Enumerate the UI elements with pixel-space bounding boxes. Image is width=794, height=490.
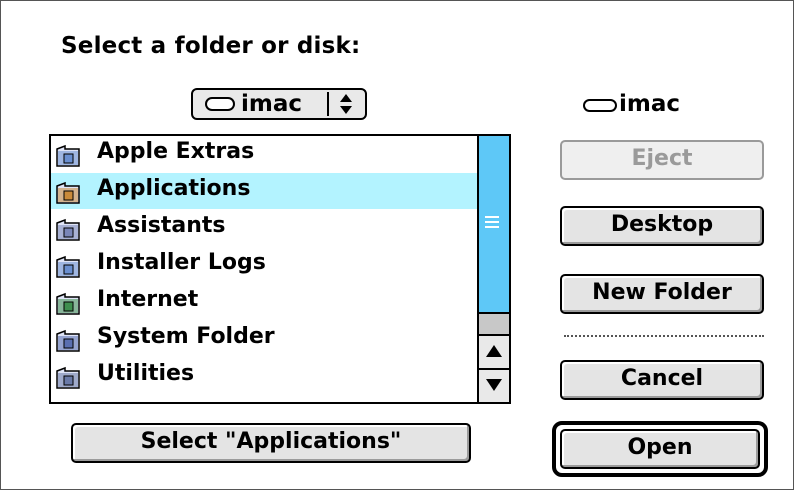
scroll-track[interactable]: [479, 312, 509, 336]
scroll-down-button[interactable]: [479, 368, 509, 402]
open-button[interactable]: Open: [560, 429, 760, 469]
arrow-down-icon: [486, 379, 502, 391]
list-item[interactable]: Applications: [51, 173, 479, 209]
list-item[interactable]: System Folder: [51, 321, 479, 357]
scroll-up-button[interactable]: [479, 334, 509, 368]
scroll-thumb-grip[interactable]: [485, 216, 499, 228]
dialog-prompt: Select a folder or disk:: [61, 33, 361, 59]
hard-disk-icon: [205, 97, 235, 111]
current-disk-name: imac: [619, 91, 681, 117]
internet-folder-icon: [56, 292, 80, 315]
cancel-button[interactable]: Cancel: [560, 360, 764, 400]
folder-icon: [56, 144, 80, 167]
hard-disk-icon: [583, 99, 617, 112]
list-item-name: Utilities: [97, 361, 195, 386]
vertical-scrollbar[interactable]: [477, 136, 509, 402]
list-item[interactable]: Installer Logs: [51, 247, 479, 283]
list-item-name: Applications: [97, 176, 251, 201]
arrow-up-icon: [486, 345, 502, 357]
list-item-name: System Folder: [97, 324, 275, 349]
popup-arrows-icon: [340, 94, 352, 114]
utilities-folder-icon: [56, 366, 80, 389]
popup-separator: [327, 92, 329, 116]
list-item[interactable]: Assistants: [51, 210, 479, 246]
applications-folder-icon: [56, 181, 80, 204]
list-item-name: Installer Logs: [97, 250, 266, 275]
list-item[interactable]: Utilities: [51, 358, 479, 394]
select-folder-button[interactable]: Select "Applications": [71, 423, 471, 463]
system-folder-icon: [56, 329, 80, 352]
list-item-name: Internet: [97, 287, 199, 312]
desktop-button[interactable]: Desktop: [560, 206, 764, 246]
list-item-name: Assistants: [97, 213, 226, 238]
assistants-folder-icon: [56, 218, 80, 241]
new-folder-button[interactable]: New Folder: [560, 274, 764, 314]
file-list[interactable]: Apple Extras Applications Assistants Instal…: [49, 134, 511, 404]
list-item[interactable]: Apple Extras: [51, 136, 479, 172]
eject-button[interactable]: Eject: [560, 140, 764, 180]
volume-popup-label: imac: [241, 91, 303, 117]
volume-popup-menu[interactable]: imac: [191, 88, 367, 120]
list-item-name: Apple Extras: [97, 139, 255, 164]
folder-icon: [56, 255, 80, 278]
button-divider: [564, 335, 764, 337]
list-item[interactable]: Internet: [51, 284, 479, 320]
open-folder-dialog: Select a folder or disk: imac imac Apple…: [0, 0, 794, 490]
